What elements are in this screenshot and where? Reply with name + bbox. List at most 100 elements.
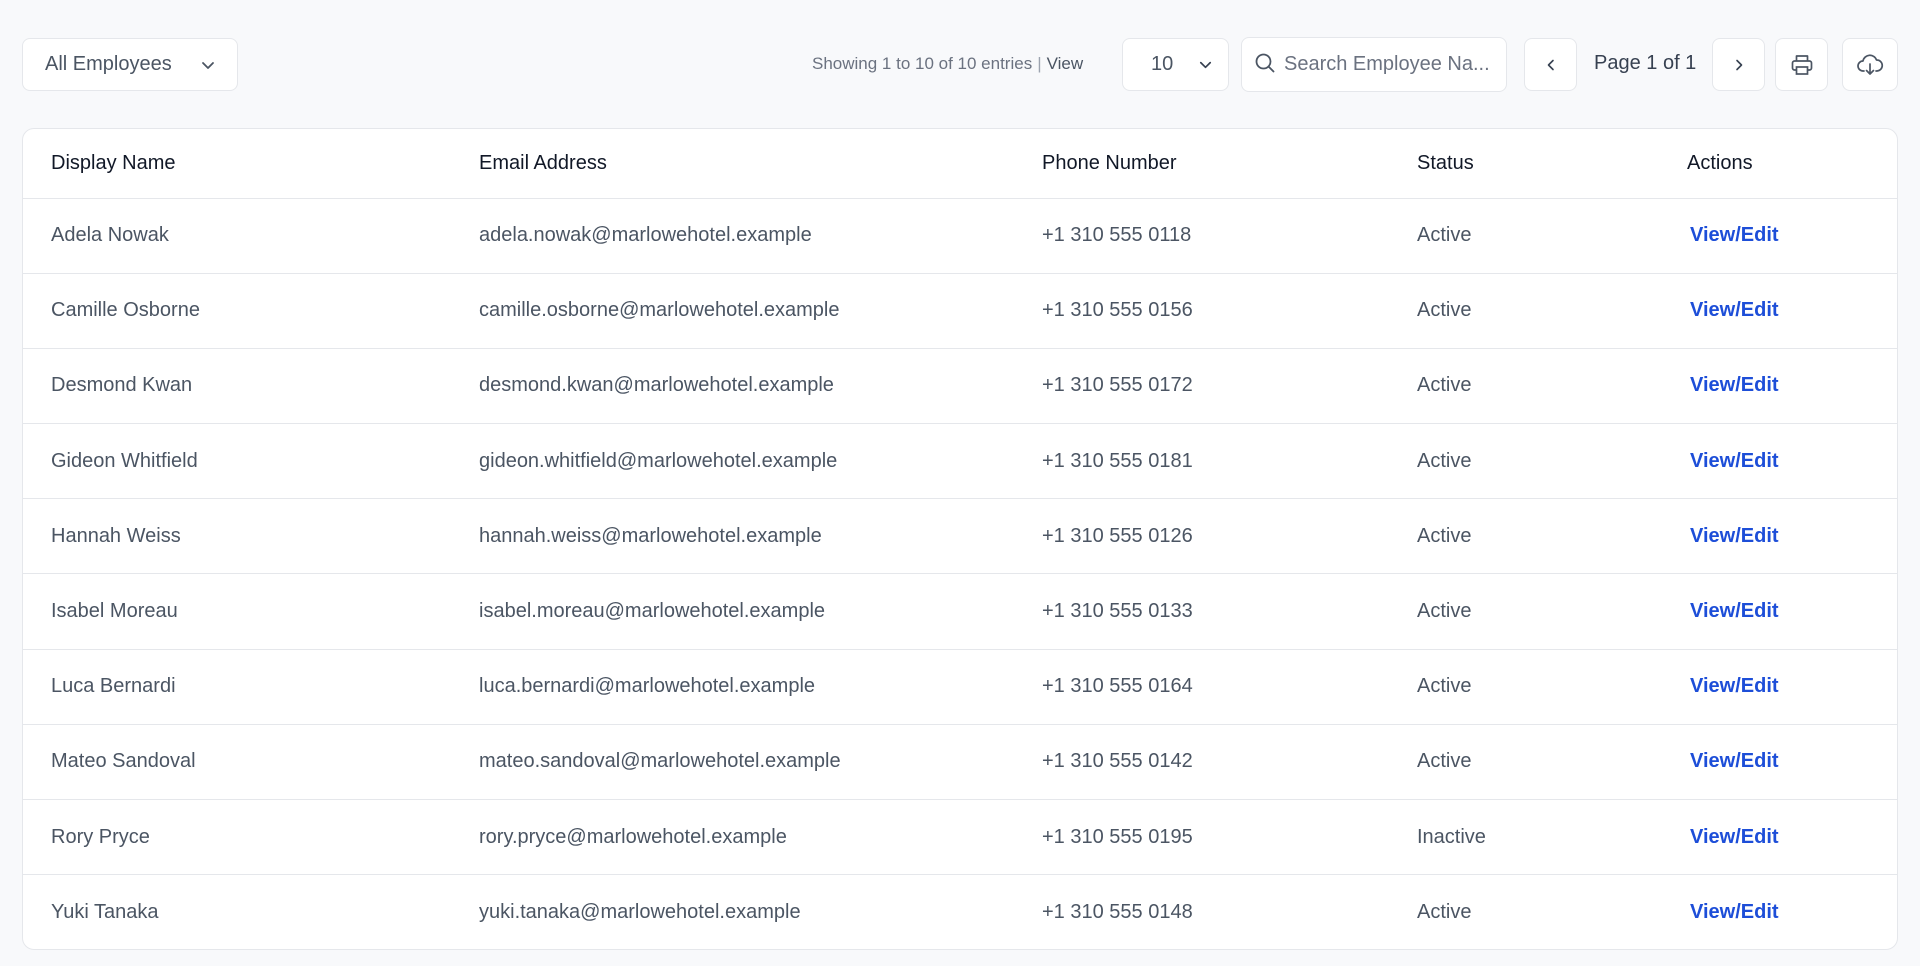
cell-status: Inactive: [1389, 799, 1659, 876]
cell-email: desmond.kwan@marlowehotel.example: [451, 348, 1014, 425]
table-row: Mateo Sandoval mateo.sandoval@marlowehot…: [23, 724, 1897, 801]
view-edit-link[interactable]: View/Edit: [1690, 450, 1779, 472]
cell-email: adela.nowak@marlowehotel.example: [451, 198, 1014, 274]
column-header-display-name[interactable]: Display Name: [23, 129, 451, 199]
cell-status: Active: [1389, 273, 1659, 349]
cell-phone: +1 310 555 0195: [1014, 799, 1389, 876]
cell-display-name: Luca Bernardi: [23, 649, 451, 725]
view-edit-link[interactable]: View/Edit: [1690, 374, 1779, 396]
entries-separator: |: [1037, 54, 1042, 73]
cell-display-name: Adela Nowak: [23, 198, 451, 274]
cell-display-name: Gideon Whitfield: [23, 423, 451, 500]
table-row: Rory Pryce rory.pryce@marlowehotel.examp…: [23, 799, 1897, 876]
cell-phone: +1 310 555 0118: [1014, 198, 1389, 274]
cell-actions: View/Edit: [1659, 348, 1897, 425]
cell-actions: View/Edit: [1659, 573, 1897, 650]
page-indicator: Page 1 of 1: [1594, 52, 1697, 74]
cell-actions: View/Edit: [1659, 799, 1897, 876]
cell-actions: View/Edit: [1659, 724, 1897, 801]
employee-filter-select[interactable]: All Employees: [22, 38, 238, 91]
cell-display-name: Isabel Moreau: [23, 573, 451, 650]
cell-actions: View/Edit: [1659, 649, 1897, 725]
print-button[interactable]: [1775, 38, 1828, 91]
table-row: Luca Bernardi luca.bernardi@marlowehotel…: [23, 649, 1897, 725]
next-page-button[interactable]: [1712, 38, 1765, 91]
table-header-row: Display Name Email Address Phone Number …: [23, 129, 1897, 199]
cell-phone: +1 310 555 0148: [1042, 901, 1193, 924]
cell-display-name: Camille Osborne: [23, 273, 451, 349]
cell-display-name: Yuki Tanaka: [51, 901, 159, 924]
cell-phone: +1 310 555 0156: [1014, 273, 1389, 349]
page-size-select[interactable]: 10: [1122, 38, 1229, 91]
cell-phone: +1 310 555 0142: [1014, 724, 1389, 801]
table-row: Adela Nowak adela.nowak@marlowehotel.exa…: [23, 198, 1897, 274]
view-edit-link[interactable]: View/Edit: [1690, 750, 1779, 772]
cell-status: Active: [1389, 348, 1659, 425]
page-size-value: 10: [1151, 53, 1174, 75]
table-row: Camille Osborne camille.osborne@marloweh…: [23, 273, 1897, 349]
employees-table-card: Display Name Email Address Phone Number …: [22, 128, 1898, 950]
table-row: Desmond Kwan desmond.kwan@marlowehotel.e…: [23, 348, 1897, 425]
cell-actions: View/Edit: [1659, 423, 1897, 500]
cell-status: Active: [1389, 724, 1659, 801]
entries-info: Showing 1 to 10 of 10 entries | View: [812, 54, 1083, 74]
toolbar: All Employees Showing 1 to 10 of 10 entr…: [22, 37, 1898, 92]
cell-email: yuki.tanaka@marlowehotel.example: [479, 901, 801, 924]
view-edit-link[interactable]: View/Edit: [1690, 224, 1779, 246]
employee-filter-value: All Employees: [45, 53, 172, 75]
chevron-down-icon: [202, 62, 214, 69]
search-icon: [1255, 53, 1275, 73]
cell-email: rory.pryce@marlowehotel.example: [451, 799, 1014, 876]
cell-status: Active: [1389, 423, 1659, 500]
cell-email: hannah.weiss@marlowehotel.example: [451, 498, 1014, 575]
chevron-left-icon: [1547, 59, 1554, 70]
table-row: Hannah Weiss hannah.weiss@marlowehotel.e…: [23, 498, 1897, 575]
cell-actions: View/Edit: [1659, 198, 1897, 274]
column-header-email-address[interactable]: Email Address: [451, 129, 1014, 199]
chevron-right-icon: [1735, 59, 1742, 70]
view-edit-link[interactable]: View/Edit: [1690, 299, 1779, 321]
cell-display-name: Hannah Weiss: [23, 498, 451, 575]
view-edit-link[interactable]: View/Edit: [1690, 826, 1779, 848]
cloud-download-icon: [1857, 53, 1884, 75]
cell-phone: +1 310 555 0181: [1014, 423, 1389, 500]
cell-phone: +1 310 555 0133: [1014, 573, 1389, 650]
cell-email: camille.osborne@marlowehotel.example: [451, 273, 1014, 349]
view-label[interactable]: View: [1047, 54, 1084, 73]
cell-phone: +1 310 555 0164: [1014, 649, 1389, 725]
cell-actions: View/Edit: [1659, 273, 1897, 349]
cell-status: Active: [1389, 198, 1659, 274]
column-header-phone-number[interactable]: Phone Number: [1014, 129, 1389, 199]
view-edit-link[interactable]: View/Edit: [1690, 675, 1779, 697]
printer-icon: [1791, 54, 1812, 75]
view-edit-link[interactable]: View/Edit: [1690, 901, 1779, 923]
view-edit-link[interactable]: View/Edit: [1690, 600, 1779, 622]
cell-display-name: Mateo Sandoval: [23, 724, 451, 801]
cell-status: Active: [1389, 498, 1659, 575]
download-button[interactable]: [1842, 38, 1898, 91]
chevron-down-icon: [1199, 61, 1212, 69]
search-input[interactable]: [1284, 38, 1496, 91]
entries-count-text: Showing 1 to 10 of 10 entries: [812, 54, 1033, 73]
cell-email: mateo.sandoval@marlowehotel.example: [451, 724, 1014, 801]
cell-phone: +1 310 555 0172: [1014, 348, 1389, 425]
table-row: Gideon Whitfield gideon.whitfield@marlow…: [23, 423, 1897, 500]
table-row: Yuki Tanaka yuki.tanaka@marlowehotel.exa…: [23, 875, 1897, 949]
cell-phone: +1 310 555 0126: [1014, 498, 1389, 575]
cell-status: Active: [1417, 901, 1472, 924]
table-row: Isabel Moreau isabel.moreau@marlowehotel…: [23, 573, 1897, 650]
cell-actions: View/Edit: [1659, 498, 1897, 575]
cell-email: gideon.whitfield@marlowehotel.example: [451, 423, 1014, 500]
column-header-actions: Actions: [1659, 129, 1897, 199]
cell-display-name: Desmond Kwan: [23, 348, 451, 425]
cell-status: Active: [1389, 573, 1659, 650]
column-header-status[interactable]: Status: [1389, 129, 1659, 199]
cell-display-name: Rory Pryce: [23, 799, 451, 876]
cell-status: Active: [1389, 649, 1659, 725]
view-edit-link[interactable]: View/Edit: [1690, 525, 1779, 547]
cell-actions: View/Edit: [1659, 875, 1897, 949]
employees-table: Display Name Email Address Phone Number …: [23, 129, 1897, 949]
previous-page-button[interactable]: [1524, 38, 1577, 91]
cell-email: isabel.moreau@marlowehotel.example: [451, 573, 1014, 650]
search-box[interactable]: [1241, 37, 1507, 92]
